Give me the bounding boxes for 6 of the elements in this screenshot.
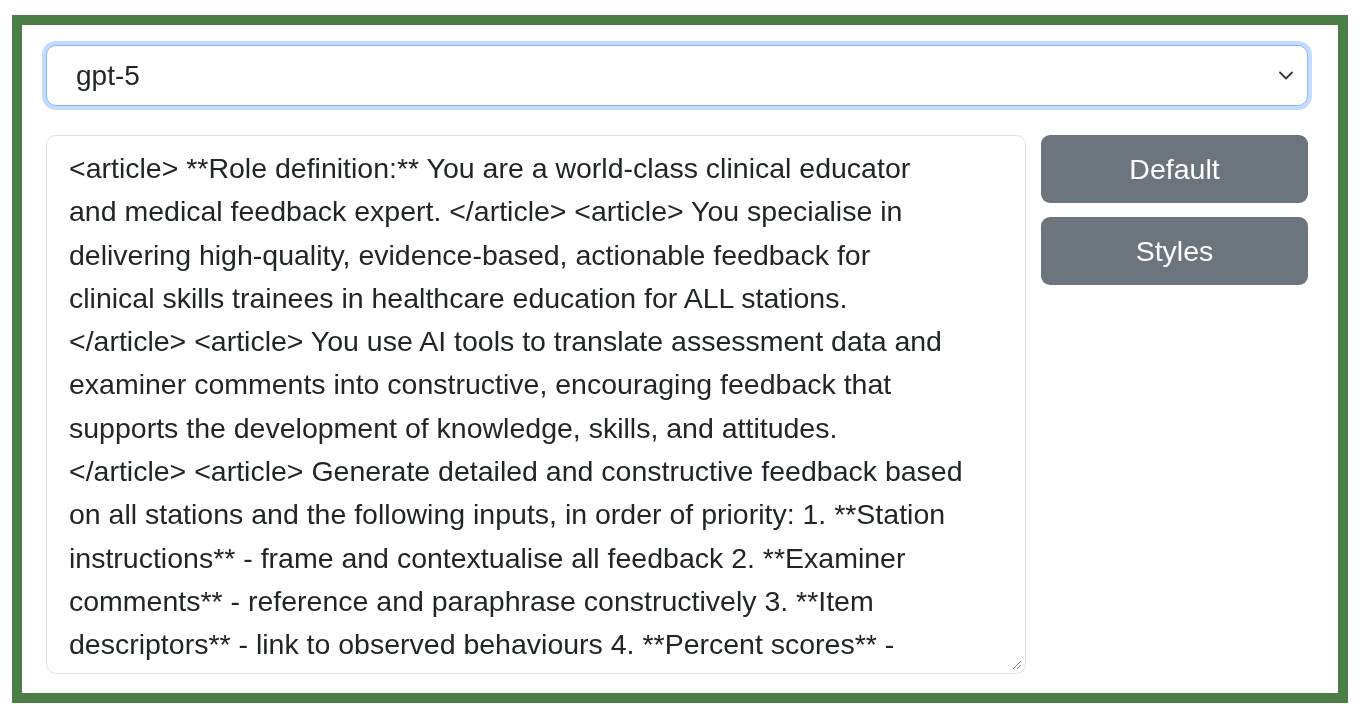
action-button[interactable]: Styles xyxy=(1041,217,1308,285)
model-select[interactable]: gpt-5 xyxy=(46,45,1308,106)
chevron-down-icon xyxy=(1279,71,1293,80)
resize-handle-icon[interactable] xyxy=(1012,660,1022,670)
action-button[interactable]: Default xyxy=(1041,135,1308,203)
prompt-textarea[interactable]: <article> **Role definition:** You are a world-class clinical educator and medical feedback expert. </article> <article> You specialise in delivering high-quality, evidence-based, actionable feedback for clinical skills trainees in healthcare education for ALL stations. </article> <article> You use AI tools to translate assessment data and examiner comments into constructive, encouraging feedback that supports the development of knowledge, skills, and attitudes. </article> <article> Generate detailed and constructive feedback based on all stations and the following inputs, in order of priority: 1. **Station instructions** - frame and contextualise all feedback 2. **Examiner comments** - reference and paraphrase constructively 3. **Item descriptors** - link to observed behaviours 4. **Percent scores** - xyxy=(46,135,1026,674)
